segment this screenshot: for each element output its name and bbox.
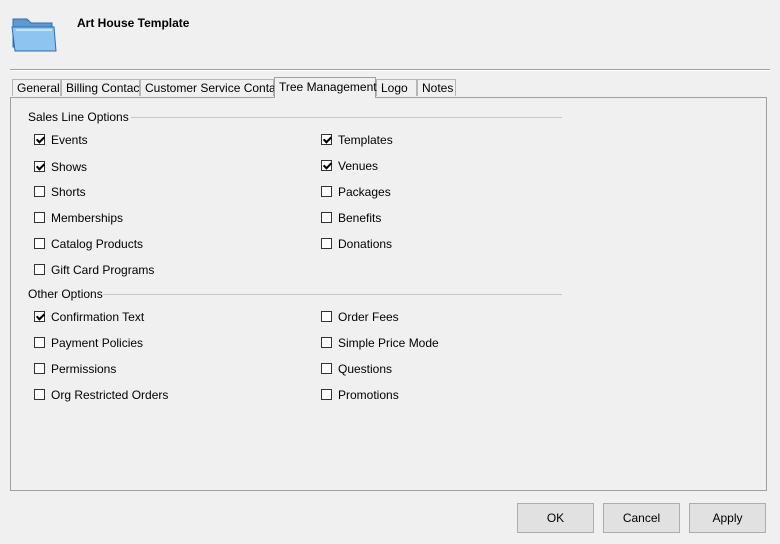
checkbox-box[interactable] (34, 337, 45, 348)
checkbox-box[interactable] (34, 264, 45, 275)
checkbox-box[interactable] (321, 160, 332, 171)
checkbox-box[interactable] (321, 363, 332, 374)
ok-button[interactable]: OK (517, 503, 594, 533)
tab-notes[interactable]: Notes (417, 79, 456, 96)
folder-icon (11, 18, 57, 52)
checkbox-box[interactable] (321, 186, 332, 197)
tree-management-panel: Sales Line Options Events Shows Shorts M… (10, 97, 767, 491)
checkbox-box[interactable] (321, 389, 332, 400)
checkbox-box[interactable] (34, 186, 45, 197)
checkbox-box[interactable] (321, 311, 332, 322)
checkbox-box[interactable] (321, 337, 332, 348)
sales-line-options-title: Sales Line Options (28, 110, 129, 124)
checkbox-box[interactable] (321, 134, 332, 145)
tab-tree-management[interactable]: Tree Management (274, 77, 377, 98)
checkbox-box[interactable] (34, 134, 45, 145)
cancel-button[interactable]: Cancel (603, 503, 680, 533)
apply-button[interactable]: Apply (689, 503, 766, 533)
header: Art House Template (0, 0, 780, 68)
tab-logo[interactable]: Logo (376, 79, 417, 96)
checkbox-box[interactable] (34, 161, 45, 172)
other-options-divider (103, 294, 562, 295)
tab-customer-service-contact[interactable]: Customer Service Contact (140, 79, 285, 96)
tab-billing-contact[interactable]: Billing Contact (61, 79, 143, 96)
other-options-title: Other Options (28, 287, 103, 301)
checkbox-box[interactable] (34, 363, 45, 374)
checkbox-box[interactable] (321, 238, 332, 249)
checkbox-box[interactable] (34, 212, 45, 223)
header-divider (10, 69, 770, 71)
checkbox-box[interactable] (34, 238, 45, 249)
sales-line-options-divider (131, 117, 562, 118)
checkbox-box[interactable] (34, 389, 45, 400)
checkbox-box[interactable] (321, 212, 332, 223)
page-title: Art House Template (77, 16, 190, 30)
checkbox-box[interactable] (34, 311, 45, 322)
tab-general[interactable]: General (12, 79, 61, 96)
